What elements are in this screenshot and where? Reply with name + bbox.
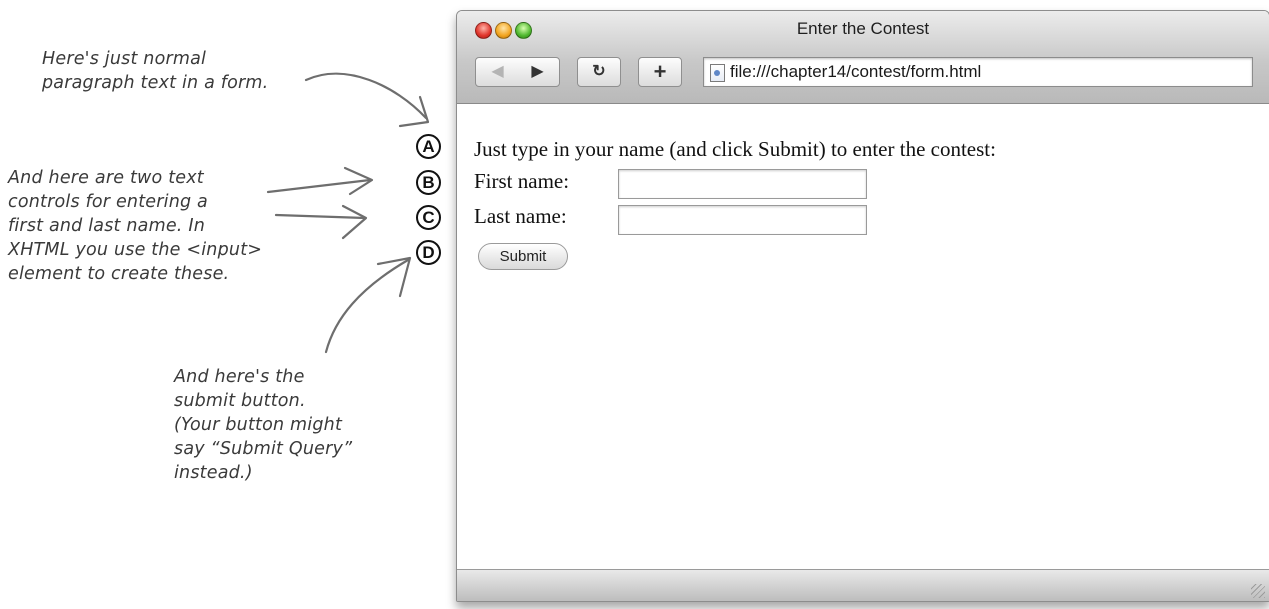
first-name-input[interactable] (618, 169, 867, 199)
address-bar[interactable]: file:///chapter14/contest/form.html (703, 57, 1253, 87)
url-text: file:///chapter14/contest/form.html (730, 62, 982, 81)
title-bar: Enter the Contest ◀ ▶ ↻ + file:///chapter… (457, 11, 1269, 104)
forward-button[interactable]: ▶ (518, 58, 558, 86)
arrowhead-paragraph (398, 95, 430, 128)
marker-a: A (416, 134, 441, 159)
back-button[interactable]: ◀ (478, 58, 518, 86)
browser-window: Enter the Contest ◀ ▶ ↻ + file:///chapter… (456, 10, 1269, 602)
last-name-row: Last name: (474, 204, 867, 235)
window-title: Enter the Contest (796, 19, 930, 38)
arrow-to-paragraph (304, 72, 428, 120)
status-bar (457, 569, 1269, 601)
reload-button[interactable]: ↻ (577, 57, 621, 87)
plus-icon: + (653, 59, 667, 84)
marker-b: B (416, 170, 441, 195)
arrow-to-last-name (274, 213, 367, 220)
back-forward-buttons: ◀ ▶ (475, 57, 560, 87)
resize-grip-icon[interactable] (1251, 584, 1265, 598)
forward-arrow-icon: ▶ (531, 63, 544, 80)
last-name-label: Last name: (474, 204, 567, 228)
arrowhead-last-name (341, 204, 368, 240)
arrow-to-submit (324, 258, 410, 354)
reload-icon: ↻ (592, 63, 606, 80)
first-name-row: First name: (474, 169, 867, 199)
marker-c: C (416, 205, 441, 230)
last-name-input[interactable] (618, 205, 867, 235)
first-name-label: First name: (474, 169, 570, 193)
add-bookmark-button[interactable]: + (638, 57, 682, 87)
page-content: Just type in your name (and click Submit… (457, 104, 1269, 570)
back-arrow-icon: ◀ (491, 63, 504, 80)
submit-button[interactable]: Submit (478, 243, 568, 270)
page-icon (710, 64, 725, 82)
marker-d: D (416, 240, 441, 265)
form-intro-paragraph: Just type in your name (and click Submit… (474, 137, 996, 161)
